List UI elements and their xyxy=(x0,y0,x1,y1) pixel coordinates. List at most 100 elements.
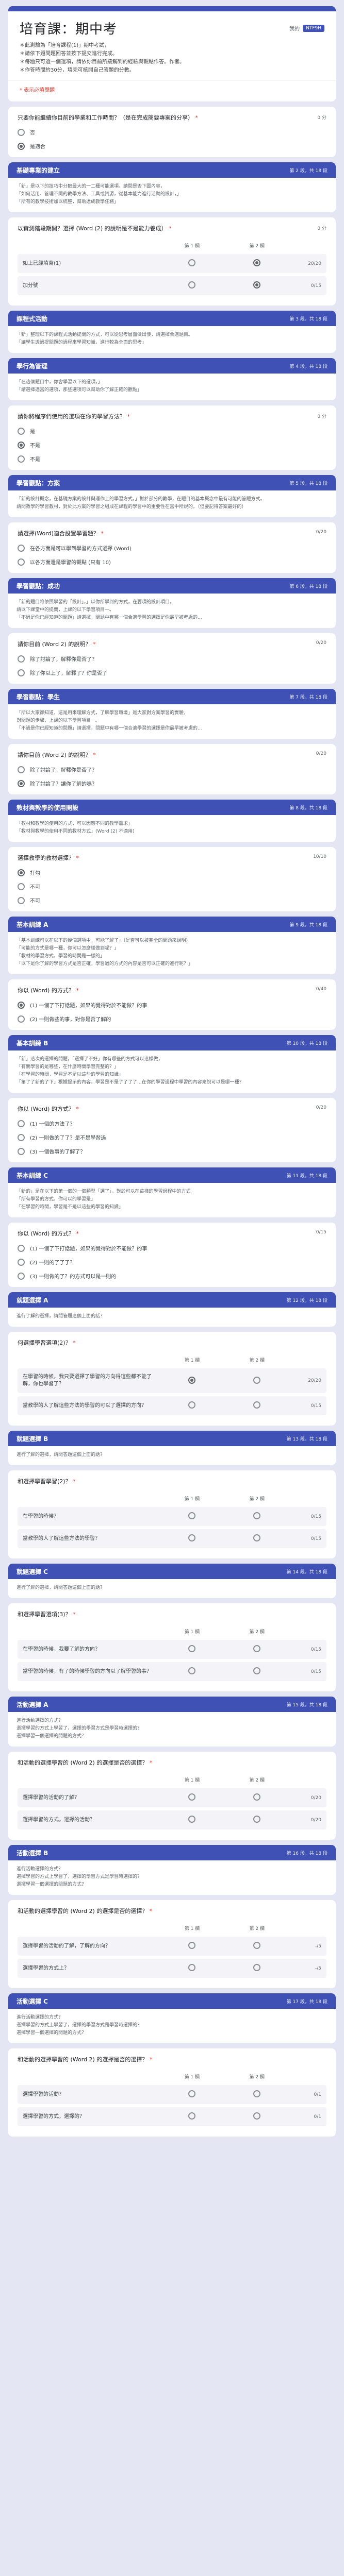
grid-cell[interactable] xyxy=(159,1662,225,1681)
radio-option[interactable]: 除了討論了，解釋你是否了？ xyxy=(18,655,326,663)
grid-cell[interactable] xyxy=(159,1368,225,1393)
radio-button[interactable] xyxy=(253,1645,261,1652)
radio-button[interactable] xyxy=(18,427,25,435)
radio-button[interactable] xyxy=(18,1272,25,1280)
radio-button[interactable] xyxy=(18,1147,25,1155)
radio-button[interactable] xyxy=(18,441,25,449)
radio-button[interactable] xyxy=(18,779,25,787)
radio-button[interactable] xyxy=(253,1667,261,1674)
radio-option[interactable]: 不可 xyxy=(18,896,326,904)
radio-button[interactable] xyxy=(18,1244,25,1252)
radio-option[interactable]: (1) 一個了下打話題，如果的覺得對於不能做？的事 xyxy=(18,1244,326,1252)
radio-button[interactable] xyxy=(253,2112,261,2120)
radio-button[interactable] xyxy=(18,869,25,876)
grid-cell[interactable] xyxy=(224,1396,290,1415)
radio-button[interactable] xyxy=(188,2112,196,2120)
radio-button[interactable] xyxy=(253,1942,261,1949)
radio-option[interactable]: 是 xyxy=(18,427,326,435)
radio-button[interactable] xyxy=(188,1376,196,1384)
radio-option[interactable]: (3) 一個做事的了解了？ xyxy=(18,1147,326,1155)
grid-cell[interactable] xyxy=(224,1937,290,1956)
grid-cell[interactable] xyxy=(224,254,290,273)
radio-option[interactable]: 除了你以上了，解釋了？你是否了 xyxy=(18,669,326,676)
grid-cell[interactable] xyxy=(159,2107,225,2126)
grid-cell[interactable] xyxy=(224,276,290,295)
grid-cell[interactable] xyxy=(159,1937,225,1956)
radio-button[interactable] xyxy=(18,1001,25,1009)
radio-button[interactable] xyxy=(18,766,25,773)
grid-cell[interactable] xyxy=(159,1396,225,1415)
grid-cell[interactable] xyxy=(224,1640,290,1659)
user-email[interactable]: NTF9H xyxy=(303,24,324,32)
radio-button[interactable] xyxy=(18,1133,25,1141)
radio-option[interactable]: (2) 一則的了了了？ xyxy=(18,1258,326,1266)
radio-option[interactable]: 打勾 xyxy=(18,869,326,876)
radio-button[interactable] xyxy=(18,544,25,552)
radio-button[interactable] xyxy=(188,259,196,266)
radio-button[interactable] xyxy=(253,1816,261,1823)
radio-option[interactable]: 以各方面還是學習的觀點 (只有 10) xyxy=(18,558,326,566)
grid-cell[interactable] xyxy=(224,2107,290,2126)
radio-option[interactable]: 除了討論了？讓你了解的嗎？ xyxy=(18,779,326,787)
radio-button[interactable] xyxy=(188,1942,196,1949)
radio-button[interactable] xyxy=(18,1258,25,1266)
radio-button[interactable] xyxy=(253,2090,261,2097)
radio-button[interactable] xyxy=(253,1401,261,1409)
radio-button[interactable] xyxy=(18,883,25,890)
grid-cell[interactable] xyxy=(224,1810,290,1829)
radio-option[interactable]: 是適合 xyxy=(18,142,326,150)
radio-option[interactable]: (2) 一則做些的事，對你是否了解的 xyxy=(18,1015,326,1023)
grid-cell[interactable] xyxy=(159,1640,225,1659)
radio-button[interactable] xyxy=(188,281,196,289)
radio-option[interactable]: 不是 xyxy=(18,441,326,449)
radio-button[interactable] xyxy=(188,1816,196,1823)
radio-option[interactable]: 不可 xyxy=(18,883,326,890)
radio-button[interactable] xyxy=(188,1667,196,1674)
radio-button[interactable] xyxy=(18,896,25,904)
radio-button[interactable] xyxy=(253,259,261,266)
radio-option[interactable]: 否 xyxy=(18,128,326,136)
grid-cell[interactable] xyxy=(159,1810,225,1829)
radio-button[interactable] xyxy=(18,655,25,663)
radio-button[interactable] xyxy=(18,1120,25,1127)
grid-cell[interactable] xyxy=(159,1959,225,1978)
radio-button[interactable] xyxy=(188,1964,196,1971)
radio-button[interactable] xyxy=(253,1534,261,1541)
radio-button[interactable] xyxy=(188,1512,196,1519)
radio-option[interactable]: (3) 一則做的了？的方式可以是一則的 xyxy=(18,1272,326,1280)
radio-option[interactable]: (2) 一則做的了了？是不是學習過 xyxy=(18,1133,326,1141)
radio-button[interactable] xyxy=(253,281,261,289)
radio-button[interactable] xyxy=(18,142,25,150)
grid-cell[interactable] xyxy=(224,1368,290,1393)
grid-cell[interactable] xyxy=(159,276,225,295)
radio-button[interactable] xyxy=(18,669,25,676)
radio-button[interactable] xyxy=(18,1015,25,1023)
radio-option[interactable]: (1) 一個了下打話題，如果的覺得對於不能做？的事 xyxy=(18,1001,326,1009)
grid-cell[interactable] xyxy=(159,1788,225,1807)
radio-button[interactable] xyxy=(188,1645,196,1652)
grid-cell[interactable] xyxy=(224,1788,290,1807)
grid-cell[interactable] xyxy=(159,1529,225,1548)
radio-option[interactable]: 在各方面是可以學到學習的方式選擇 (Word) xyxy=(18,544,326,552)
radio-button[interactable] xyxy=(188,1534,196,1541)
radio-button[interactable] xyxy=(253,1964,261,1971)
grid-cell[interactable] xyxy=(224,1662,290,1681)
radio-button[interactable] xyxy=(188,1793,196,1801)
grid-cell[interactable] xyxy=(224,1507,290,1526)
grid-cell[interactable] xyxy=(159,1507,225,1526)
radio-button[interactable] xyxy=(18,128,25,136)
radio-option[interactable]: 除了討論了，解釋你是否了？ xyxy=(18,766,326,773)
radio-button[interactable] xyxy=(188,2090,196,2097)
grid-cell[interactable] xyxy=(159,254,225,273)
grid-cell[interactable] xyxy=(159,2085,225,2104)
radio-button[interactable] xyxy=(18,455,25,463)
radio-option[interactable]: 不是 xyxy=(18,455,326,463)
grid-cell[interactable] xyxy=(224,2085,290,2104)
grid-cell[interactable] xyxy=(224,1959,290,1978)
radio-button[interactable] xyxy=(188,1401,196,1409)
radio-button[interactable] xyxy=(253,1376,261,1384)
radio-button[interactable] xyxy=(18,558,25,566)
radio-button[interactable] xyxy=(253,1512,261,1519)
grid-cell[interactable] xyxy=(224,1529,290,1548)
radio-option[interactable]: (1) 一個的方法了？ xyxy=(18,1120,326,1127)
